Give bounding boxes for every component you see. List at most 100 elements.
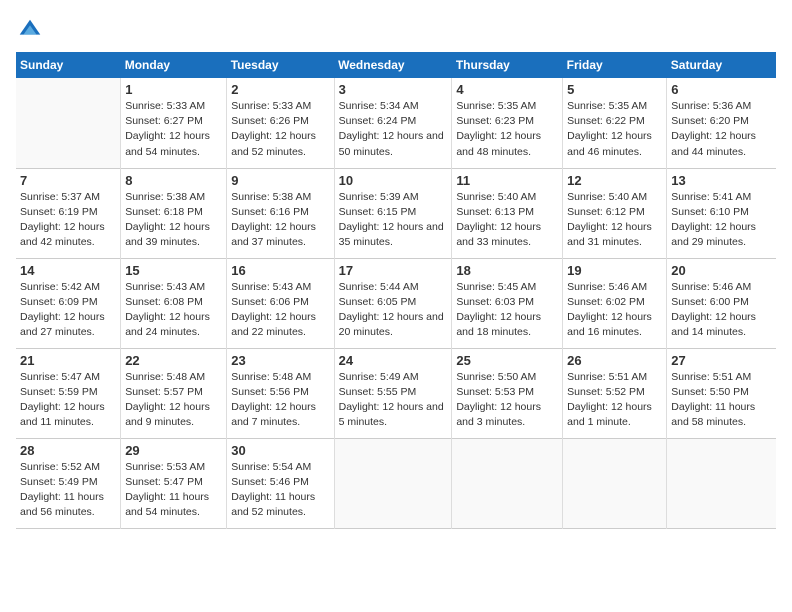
page-header [16,16,776,44]
day-info: Sunrise: 5:33 AMSunset: 6:26 PMDaylight:… [231,100,316,158]
day-number: 17 [339,263,448,278]
day-cell: 30Sunrise: 5:54 AMSunset: 5:46 PMDayligh… [227,438,334,528]
header-day-tuesday: Tuesday [227,52,334,78]
day-number: 5 [567,82,662,97]
day-number: 30 [231,443,329,458]
logo [16,16,48,44]
day-number: 29 [125,443,222,458]
day-cell: 18 Sunrise: 5:45 AMSunset: 6:03 PMDayligh… [452,258,563,348]
day-info: Sunrise: 5:39 AMSunset: 6:15 PMDaylight:… [339,191,444,249]
day-info: Sunrise: 5:46 AMSunset: 6:00 PMDaylight:… [671,281,756,339]
day-info: Sunrise: 5:51 AMSunset: 5:52 PMDaylight:… [567,371,652,429]
day-info: Sunrise: 5:40 AMSunset: 6:13 PMDaylight:… [456,191,541,249]
week-row-5: 28 Sunrise: 5:52 AMSunset: 5:49 PMDayligh… [16,438,776,528]
day-cell [16,78,121,168]
day-cell [452,438,563,528]
day-info: Sunrise: 5:50 AMSunset: 5:53 PMDaylight:… [456,371,541,429]
day-info: Sunrise: 5:33 AMSunset: 6:27 PMDaylight:… [125,100,210,158]
day-info: Sunrise: 5:35 AMSunset: 6:22 PMDaylight:… [567,100,652,158]
week-row-3: 14Sunrise: 5:42 AMSunset: 6:09 PMDayligh… [16,258,776,348]
day-info: Sunrise: 5:48 AMSunset: 5:57 PMDaylight:… [125,371,210,429]
day-number: 25 [456,353,558,368]
day-cell: 10 Sunrise: 5:39 AMSunset: 6:15 PMDayligh… [334,168,452,258]
day-info: Sunrise: 5:37 AMSunset: 6:19 PMDaylight:… [20,191,105,249]
day-cell [334,438,452,528]
day-number: 10 [339,173,448,188]
day-info: Sunrise: 5:34 AMSunset: 6:24 PMDaylight:… [339,100,444,158]
day-cell: 19 Sunrise: 5:46 AMSunset: 6:02 PMDayligh… [563,258,667,348]
day-cell: 17 Sunrise: 5:44 AMSunset: 6:05 PMDayligh… [334,258,452,348]
day-number: 4 [456,82,558,97]
day-cell: 14Sunrise: 5:42 AMSunset: 6:09 PMDayligh… [16,258,121,348]
header-day-friday: Friday [563,52,667,78]
day-cell: 25 Sunrise: 5:50 AMSunset: 5:53 PMDayligh… [452,348,563,438]
day-info: Sunrise: 5:51 AMSunset: 5:50 PMDaylight:… [671,371,755,429]
day-cell: 20 Sunrise: 5:46 AMSunset: 6:00 PMDayligh… [667,258,776,348]
day-cell: 21Sunrise: 5:47 AMSunset: 5:59 PMDayligh… [16,348,121,438]
day-number: 19 [567,263,662,278]
day-info: Sunrise: 5:44 AMSunset: 6:05 PMDaylight:… [339,281,444,339]
day-number: 8 [125,173,222,188]
day-number: 24 [339,353,448,368]
header-day-thursday: Thursday [452,52,563,78]
header-day-monday: Monday [121,52,227,78]
day-info: Sunrise: 5:45 AMSunset: 6:03 PMDaylight:… [456,281,541,339]
day-cell: 9 Sunrise: 5:38 AMSunset: 6:16 PMDaylight… [227,168,334,258]
day-number: 27 [671,353,772,368]
day-cell: 11 Sunrise: 5:40 AMSunset: 6:13 PMDayligh… [452,168,563,258]
day-info: Sunrise: 5:48 AMSunset: 5:56 PMDaylight:… [231,371,316,429]
day-cell: 5 Sunrise: 5:35 AMSunset: 6:22 PMDaylight… [563,78,667,168]
day-cell: 8 Sunrise: 5:38 AMSunset: 6:18 PMDaylight… [121,168,227,258]
day-cell: 26 Sunrise: 5:51 AMSunset: 5:52 PMDayligh… [563,348,667,438]
day-info: Sunrise: 5:36 AMSunset: 6:20 PMDaylight:… [671,100,756,158]
day-number: 3 [339,82,448,97]
day-cell: 28 Sunrise: 5:52 AMSunset: 5:49 PMDayligh… [16,438,121,528]
day-number: 11 [456,173,558,188]
day-info: Sunrise: 5:38 AMSunset: 6:18 PMDaylight:… [125,191,210,249]
day-info: Sunrise: 5:35 AMSunset: 6:23 PMDaylight:… [456,100,541,158]
day-info: Sunrise: 5:53 AMSunset: 5:47 PMDaylight:… [125,461,209,519]
calendar-header: SundayMondayTuesdayWednesdayThursdayFrid… [16,52,776,78]
day-number: 28 [20,443,116,458]
day-cell [667,438,776,528]
day-number: 16 [231,263,329,278]
header-day-wednesday: Wednesday [334,52,452,78]
day-info: Sunrise: 5:49 AMSunset: 5:55 PMDaylight:… [339,371,444,429]
day-info: Sunrise: 5:41 AMSunset: 6:10 PMDaylight:… [671,191,756,249]
day-cell: 6 Sunrise: 5:36 AMSunset: 6:20 PMDaylight… [667,78,776,168]
calendar-table: SundayMondayTuesdayWednesdayThursdayFrid… [16,52,776,529]
week-row-1: 1 Sunrise: 5:33 AMSunset: 6:27 PMDaylight… [16,78,776,168]
day-cell: 4 Sunrise: 5:35 AMSunset: 6:23 PMDaylight… [452,78,563,168]
day-number: 6 [671,82,772,97]
calendar-body: 1 Sunrise: 5:33 AMSunset: 6:27 PMDaylight… [16,78,776,528]
day-cell [563,438,667,528]
day-info: Sunrise: 5:52 AMSunset: 5:49 PMDaylight:… [20,461,104,519]
day-number: 22 [125,353,222,368]
day-cell: 15Sunrise: 5:43 AMSunset: 6:08 PMDayligh… [121,258,227,348]
day-cell: 22 Sunrise: 5:48 AMSunset: 5:57 PMDayligh… [121,348,227,438]
day-cell: 16Sunrise: 5:43 AMSunset: 6:06 PMDayligh… [227,258,334,348]
day-info: Sunrise: 5:40 AMSunset: 6:12 PMDaylight:… [567,191,652,249]
header-day-saturday: Saturday [667,52,776,78]
day-cell: 12Sunrise: 5:40 AMSunset: 6:12 PMDayligh… [563,168,667,258]
day-cell: 1 Sunrise: 5:33 AMSunset: 6:27 PMDaylight… [121,78,227,168]
day-number: 20 [671,263,772,278]
day-cell: 27 Sunrise: 5:51 AMSunset: 5:50 PMDayligh… [667,348,776,438]
day-number: 15 [125,263,222,278]
day-info: Sunrise: 5:38 AMSunset: 6:16 PMDaylight:… [231,191,316,249]
day-cell: 29 Sunrise: 5:53 AMSunset: 5:47 PMDayligh… [121,438,227,528]
day-cell: 24 Sunrise: 5:49 AMSunset: 5:55 PMDayligh… [334,348,452,438]
day-cell: 2Sunrise: 5:33 AMSunset: 6:26 PMDaylight… [227,78,334,168]
day-number: 1 [125,82,222,97]
day-info: Sunrise: 5:42 AMSunset: 6:09 PMDaylight:… [20,281,105,339]
week-row-4: 21Sunrise: 5:47 AMSunset: 5:59 PMDayligh… [16,348,776,438]
day-info: Sunrise: 5:46 AMSunset: 6:02 PMDaylight:… [567,281,652,339]
day-number: 26 [567,353,662,368]
day-number: 23 [231,353,329,368]
day-number: 9 [231,173,329,188]
day-number: 7 [20,173,116,188]
day-number: 18 [456,263,558,278]
day-number: 21 [20,353,116,368]
day-number: 13 [671,173,772,188]
header-day-sunday: Sunday [16,52,121,78]
